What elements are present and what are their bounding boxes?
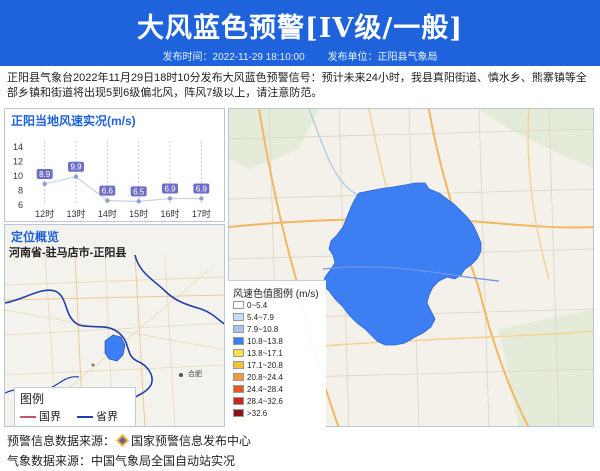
warning-source-name[interactable]: 国家预警信息发布中心	[131, 434, 251, 448]
x-tick-label: 13时	[66, 208, 85, 219]
scale-label: 0~5.4	[247, 301, 268, 310]
locator-title: 定位概览	[11, 230, 60, 244]
scale-legend-title: 风速色值图例 (m/s)	[233, 289, 319, 300]
scale-label: 5.4~7.9	[247, 313, 274, 322]
scale-item-3: 10.8~13.8	[233, 337, 283, 347]
data-label: 6.9	[196, 184, 208, 193]
weather-source-line: 气象数据来源：中国气象局全国自动站实况	[7, 454, 236, 468]
scale-chip	[233, 409, 244, 417]
data-label: 9.9	[70, 163, 82, 172]
scale-chip	[233, 325, 244, 333]
legend-national-border: 国界	[20, 408, 61, 424]
scale-label: 13.8~17.1	[247, 349, 283, 358]
data-point	[167, 196, 173, 201]
warning-title: 大风蓝色预警[IV级/一般]	[137, 13, 463, 44]
locator-panel: 定位概览 河南省-驻马店市-正阳县 合肥 图例 国界 省界	[4, 224, 225, 427]
data-point	[136, 199, 141, 204]
scale-chip	[233, 301, 244, 309]
data-point	[199, 196, 204, 201]
x-tick-label: 14时	[98, 208, 117, 219]
data-point	[73, 174, 79, 179]
wind-speed-panel: 14 12 10 8 6 12时 13时 14时 15时 16时 17时 8.9 9.9 6.6 6.5 6.…	[4, 108, 225, 222]
scale-chip	[233, 349, 244, 357]
y-tick-label: 6	[18, 200, 23, 210]
data-label: 6.9	[164, 184, 176, 193]
data-label: 8.9	[39, 170, 51, 179]
data-point	[105, 198, 110, 203]
warning-source-line: 预警信息数据来源： 国家预警信息发布中心	[7, 432, 251, 449]
data-point	[42, 181, 47, 187]
scale-item-0: 0~5.4	[233, 301, 267, 311]
data-label: 6.6	[102, 187, 114, 196]
scale-label: 20.8~24.4	[247, 373, 283, 382]
scale-item-2: 7.9~10.8	[233, 325, 278, 335]
scale-label: >32.6	[247, 409, 268, 418]
warning-center-logo-icon	[116, 434, 130, 447]
legend-province-border: 省界	[77, 408, 118, 424]
publish-time: 发布时间：2022-11-29 18:10:00	[162, 52, 305, 63]
scale-label: 28.4~32.6	[247, 397, 283, 406]
header-banner: 大风蓝色预警[IV级/一般] 发布时间：2022-11-29 18:10:00 …	[0, 0, 600, 66]
province-border-swatch	[77, 416, 93, 419]
y-tick-label: 8	[18, 186, 23, 196]
scale-label: 10.8~13.8	[247, 337, 283, 346]
scale-chip	[233, 385, 244, 393]
y-tick-label: 12	[13, 157, 23, 167]
scale-item-4: 13.8~17.1	[233, 349, 283, 359]
scale-label: 17.1~20.8	[247, 361, 283, 370]
warning-source-label: 预警信息数据来源：	[7, 434, 116, 448]
scale-item-8: 28.4~32.6	[233, 397, 283, 407]
scale-chip	[233, 397, 244, 405]
scale-chip	[233, 313, 244, 321]
locator-subtitle: 河南省-驻马店市-正阳县	[9, 247, 127, 259]
scale-chip	[233, 373, 244, 381]
scale-label: 7.9~10.8	[247, 325, 279, 334]
data-label: 6.5	[133, 187, 145, 196]
warning-meta: 发布时间：2022-11-29 18:10:00 发布单位：正阳县气象局	[0, 48, 600, 63]
scale-item-1: 5.4~7.9	[233, 313, 274, 323]
scale-item-9: >32.6	[233, 409, 267, 419]
national-border-swatch	[20, 416, 36, 419]
y-tick-label: 10	[13, 171, 23, 181]
scale-chip	[233, 361, 244, 369]
wind-scale-legend: 风速色值图例 (m/s) 0~5.4 5.4~7.9 7.9~10.8 10.8…	[228, 280, 326, 427]
scale-label: 24.4~28.4	[247, 385, 283, 394]
x-tick-label: 15时	[129, 208, 148, 219]
scale-chip	[233, 337, 244, 345]
warning-description: 正阳县气象台2022年11月29日18时10分发布大风蓝色预警信号：预计未来24…	[7, 72, 587, 99]
legend-province-label: 省界	[96, 411, 118, 423]
x-tick-label: 16时	[160, 208, 179, 219]
map-legend: 图例 国界 省界	[14, 387, 136, 426]
city-label: 合肥	[188, 371, 202, 378]
x-tick-label: 12时	[35, 208, 54, 219]
publisher: 发布单位：正阳县气象局	[327, 52, 438, 63]
y-tick-label: 14	[13, 142, 23, 152]
scale-item-6: 20.8~24.4	[233, 373, 283, 383]
scale-item-5: 17.1~20.8	[233, 361, 283, 371]
legend-national-label: 国界	[39, 411, 61, 423]
wind-panel-title: 正阳当地风速实况(m/s)	[11, 114, 136, 128]
map-legend-title: 图例	[20, 392, 45, 406]
x-tick-label: 17时	[192, 208, 211, 219]
scale-item-7: 24.4~28.4	[233, 385, 283, 395]
